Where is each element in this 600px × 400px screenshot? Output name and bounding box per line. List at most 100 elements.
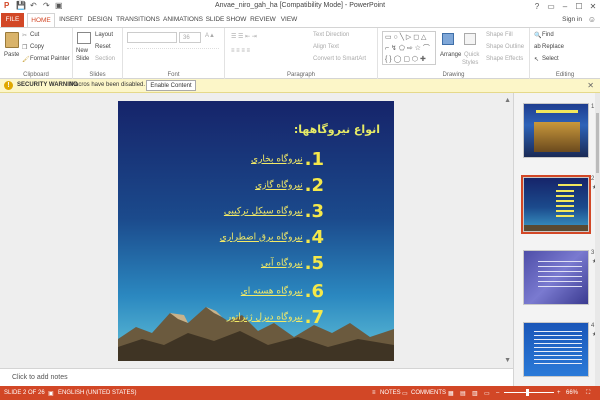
text-direction-button[interactable]: Text Direction — [313, 32, 349, 38]
slide-thumbnail-1[interactable] — [523, 103, 589, 158]
enable-content-button[interactable]: Enable Content — [146, 80, 196, 91]
arrange-icon[interactable] — [442, 33, 454, 45]
zoom-level[interactable]: 66% — [566, 390, 578, 396]
font-size-field[interactable]: 36 — [179, 32, 201, 43]
group-label-editing: Editing — [555, 72, 575, 78]
new-slide-icon[interactable] — [77, 32, 91, 44]
comments-button[interactable]: COMMENTS — [411, 390, 446, 396]
zoom-in-icon[interactable]: + — [557, 390, 561, 396]
paste-button[interactable]: Paste — [4, 52, 19, 58]
title-bar: P 💾 ↶ ↷ ▣ Anvae_niro_gah_ha [Compatibili… — [0, 0, 600, 13]
bullets-icon[interactable]: ☰ ☰ ⇤ ⇥ — [231, 33, 257, 40]
copy-icon[interactable]: ❐ — [22, 44, 27, 51]
slide-list-item[interactable]: 7.نیروگاه دیزل ژنراتور — [227, 307, 324, 328]
fit-slide-icon[interactable]: ⛶ — [586, 390, 590, 397]
tab-slide-show[interactable]: SLIDE SHOW — [205, 13, 247, 27]
item-text: نیروگاه آبی — [260, 258, 303, 269]
help-button[interactable]: ? — [530, 0, 544, 13]
slide-thumbnail-3[interactable] — [523, 250, 589, 305]
tab-transitions[interactable]: TRANSITIONS — [116, 13, 160, 27]
replace-icon[interactable]: ab — [534, 44, 541, 50]
find-icon[interactable]: 🔍 — [534, 32, 541, 39]
new-slide-button[interactable]: New — [76, 48, 88, 54]
convert-smartart-button[interactable]: Convert to SmartArt — [313, 56, 366, 62]
tab-review[interactable]: REVIEW — [249, 13, 277, 27]
slide-list-item[interactable]: 1.نیروگاه بخاری — [251, 149, 324, 170]
close-icon[interactable]: ✕ — [587, 81, 594, 90]
close-button[interactable]: ✕ — [586, 0, 600, 13]
scroll-up-icon[interactable]: ▲ — [504, 97, 511, 104]
notes-button[interactable]: NOTES — [380, 390, 401, 396]
align-icons[interactable]: ≡ ≡ ≡ ≡ — [231, 48, 250, 54]
select-icon[interactable]: ↖ — [534, 56, 539, 63]
slide-title[interactable]: انواع نیروگاهها: — [294, 123, 380, 136]
quick-styles-button[interactable]: Quick — [464, 52, 479, 58]
item-number: 6. — [304, 281, 324, 302]
notes-icon[interactable]: ≡ — [372, 390, 376, 396]
slide-list-item[interactable]: 4.نیروگاه برق اضطراری — [220, 227, 324, 248]
slideshow-icon[interactable]: ▭ — [484, 390, 490, 397]
tab-animations[interactable]: ANIMATIONS — [162, 13, 204, 27]
tab-file[interactable]: FILE — [1, 13, 24, 27]
grow-font-icon[interactable]: A▲ — [205, 33, 215, 39]
find-button[interactable]: Find — [542, 32, 554, 38]
zoom-slider-handle[interactable] — [526, 389, 529, 396]
shape-effects-button[interactable]: Shape Effects — [486, 56, 523, 62]
reading-view-icon[interactable]: ▥ — [472, 390, 478, 397]
format-painter-icon[interactable]: 🖌 — [22, 56, 30, 63]
current-slide[interactable]: انواع نیروگاهها: 1.نیروگاه بخاری 2.نیروگ… — [118, 101, 394, 361]
scrollbar-thumb[interactable] — [596, 113, 599, 173]
ribbon-display-button[interactable]: ▭ — [544, 0, 558, 13]
font-format-row — [127, 48, 219, 58]
font-name-field[interactable] — [127, 32, 177, 43]
shape-outline-button[interactable]: Shape Outline — [486, 44, 524, 50]
slide-sorter-icon[interactable]: ▤ — [460, 390, 466, 397]
thumbnail-number: 3 — [591, 250, 595, 256]
slide-list-item[interactable]: 2.نیروگاه گازی — [255, 175, 324, 196]
select-button[interactable]: Select — [542, 56, 559, 62]
comments-icon[interactable]: ▭ — [402, 390, 408, 397]
notes-pane[interactable]: Click to add notes — [0, 368, 513, 386]
item-text: نیروگاه سیکل ترکیبی — [223, 206, 303, 217]
slide-list-item[interactable]: 3.نیروگاه سیکل ترکیبی — [224, 201, 324, 222]
replace-button[interactable]: Replace — [542, 44, 564, 50]
quick-styles-button-line2[interactable]: Styles — [462, 60, 478, 66]
paste-icon[interactable] — [5, 32, 19, 48]
align-text-button[interactable]: Align Text — [313, 44, 339, 50]
tab-insert[interactable]: INSERT — [57, 13, 85, 27]
sign-in-link[interactable]: Sign in — [562, 16, 582, 23]
slide-editing-area: انواع نیروگاهها: 1.نیروگاه بخاری 2.نیروگ… — [0, 93, 513, 368]
slide-list-item[interactable]: 5.نیروگاه آبی — [261, 253, 324, 274]
tab-home[interactable]: HOME — [27, 13, 55, 27]
zoom-out-icon[interactable]: – — [496, 390, 499, 396]
format-painter-button[interactable]: Format Painter — [30, 56, 70, 62]
spellcheck-icon[interactable]: ▣ — [48, 390, 54, 397]
tab-view[interactable]: VIEW — [278, 13, 300, 27]
shapes-gallery[interactable]: ▭ ○ ╲ ▷ ◻ △ ⌐ ↯ ⬠ ⇨ ☆ ⌒{ } ◯ ▢ ⬡ ✚ — [382, 31, 436, 65]
minimize-button[interactable]: – — [558, 0, 572, 13]
warning-icon: ! — [4, 81, 13, 90]
cut-button[interactable]: Cut — [30, 32, 39, 38]
thumbnails-scrollbar[interactable] — [595, 93, 600, 386]
slide-thumbnail-4[interactable] — [523, 322, 589, 377]
new-slide-button-line2[interactable]: Slide — [76, 56, 89, 62]
tab-design[interactable]: DESIGN — [86, 13, 114, 27]
reset-button[interactable]: Reset — [95, 44, 111, 50]
arrange-button[interactable]: Arrange — [440, 52, 461, 58]
normal-view-icon[interactable]: ▦ — [448, 390, 454, 397]
shape-fill-button[interactable]: Shape Fill — [486, 32, 513, 38]
scroll-down-icon[interactable]: ▼ — [504, 357, 511, 364]
cut-icon[interactable]: ✂ — [22, 32, 27, 39]
language-indicator[interactable]: ENGLISH (UNITED STATES) — [58, 390, 136, 396]
maximize-button[interactable]: ☐ — [572, 0, 586, 13]
slide-thumbnail-2[interactable] — [521, 175, 591, 234]
layout-button[interactable]: Layout — [95, 32, 113, 38]
status-bar: SLIDE 2 OF 26 ▣ ENGLISH (UNITED STATES) … — [0, 386, 600, 400]
user-icon[interactable]: ☺ — [588, 15, 596, 24]
section-button[interactable]: Section — [95, 56, 115, 62]
zoom-slider[interactable] — [504, 392, 554, 393]
notes-placeholder[interactable]: Click to add notes — [12, 374, 68, 381]
quick-styles-icon[interactable] — [464, 33, 476, 45]
copy-button[interactable]: Copy — [30, 44, 44, 50]
slide-list-item[interactable]: 6.نیروگاه هسته ای — [241, 281, 324, 302]
